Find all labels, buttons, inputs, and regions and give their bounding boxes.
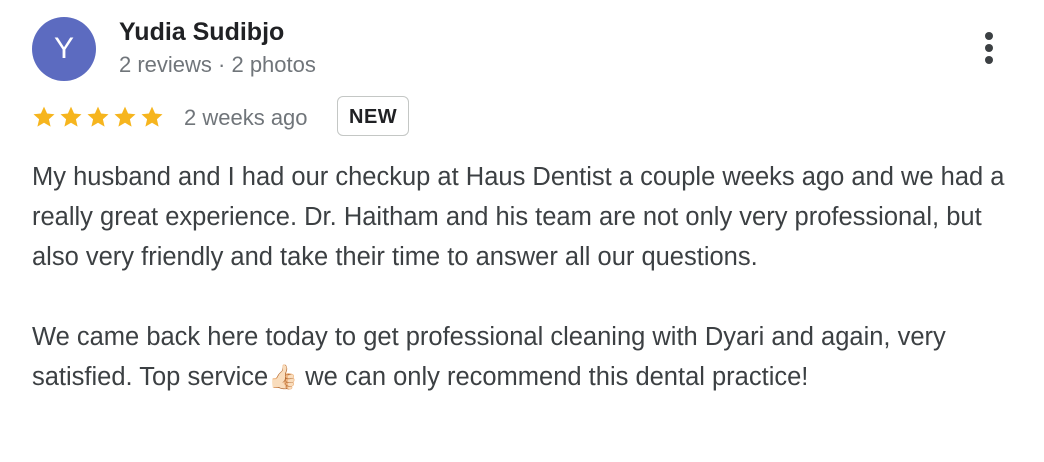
review-paragraph: We came back here today to get professio… — [32, 317, 1012, 397]
more-options-button[interactable] — [974, 28, 1006, 68]
author-name[interactable]: Yudia Sudibjo — [119, 17, 284, 47]
more-vert-icon-dot — [985, 44, 993, 52]
star-icon — [141, 106, 163, 127]
more-vert-icon-dot — [985, 32, 993, 40]
rating-row: 2 weeks ago NEW — [32, 96, 632, 140]
review-text-segment: we can only recommend this dental practi… — [298, 363, 809, 391]
review-card: Y Yudia Sudibjo 2 reviews · 2 photos 2 w… — [0, 0, 1044, 462]
review-text: My husband and I had our checkup at Haus… — [32, 157, 1012, 397]
star-icon — [33, 106, 55, 127]
author-meta: 2 reviews · 2 photos — [119, 52, 316, 77]
star-icon — [87, 106, 109, 127]
thumbs-up-icon: 👍🏻 — [268, 363, 299, 391]
avatar-initial: Y — [53, 32, 74, 65]
review-date: 2 weeks ago — [184, 105, 308, 130]
more-vert-icon-dot — [985, 56, 993, 64]
star-icon — [60, 106, 82, 127]
star-icon — [114, 106, 136, 127]
review-paragraph: My husband and I had our checkup at Haus… — [32, 163, 1005, 271]
new-badge: NEW — [337, 96, 410, 136]
star-rating — [32, 105, 167, 131]
avatar[interactable]: Y — [32, 17, 96, 81]
